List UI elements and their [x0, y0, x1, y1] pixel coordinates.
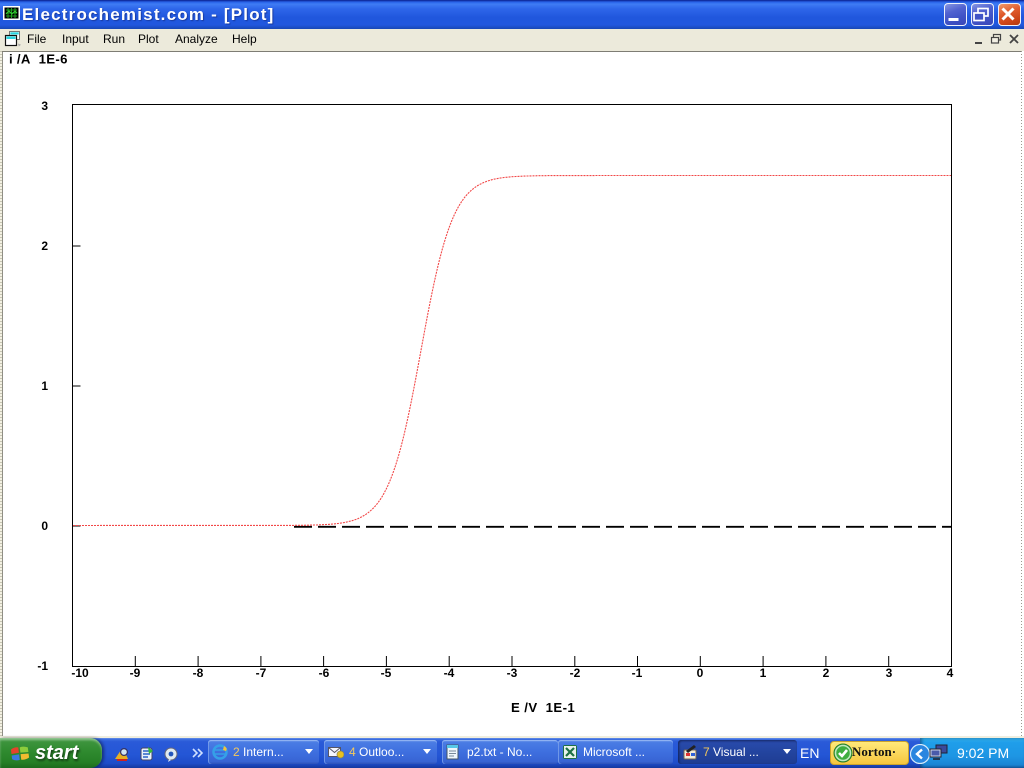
svg-text:-2: -2: [570, 666, 581, 680]
svg-text:3: 3: [886, 666, 893, 680]
svg-text:-1: -1: [37, 659, 48, 673]
svg-text:0: 0: [41, 519, 48, 533]
svg-text:0: 0: [697, 666, 704, 680]
svg-text:-3: -3: [507, 666, 518, 680]
svg-text:-9: -9: [130, 666, 141, 680]
svg-text:i /A 1E-6: i /A 1E-6: [9, 52, 68, 67]
svg-text:3: 3: [41, 99, 48, 113]
svg-text:1: 1: [760, 666, 767, 680]
svg-text:1: 1: [41, 379, 48, 393]
svg-text:-8: -8: [193, 666, 204, 680]
svg-text:-4: -4: [444, 666, 455, 680]
svg-text:-10: -10: [71, 666, 89, 680]
svg-text:4: 4: [947, 666, 954, 680]
svg-text:-7: -7: [256, 666, 267, 680]
svg-text:-1: -1: [632, 666, 643, 680]
svg-text:-6: -6: [319, 666, 330, 680]
svg-text:E /V 1E-1: E /V 1E-1: [511, 700, 575, 715]
svg-text:2: 2: [41, 239, 48, 253]
svg-text:2: 2: [823, 666, 830, 680]
svg-text:-5: -5: [381, 666, 392, 680]
